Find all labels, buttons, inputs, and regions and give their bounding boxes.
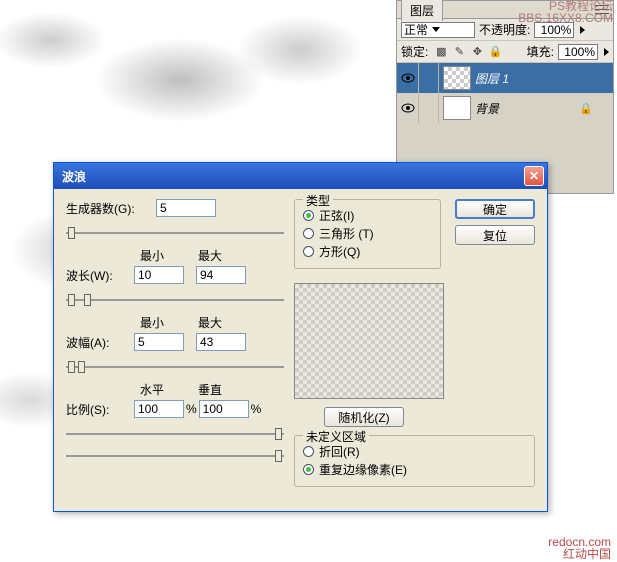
watermark-bottom: redocn.com 红动中国 <box>548 536 611 560</box>
chevron-down-icon <box>432 27 440 32</box>
dialog-titlebar[interactable]: 波浪 ✕ <box>54 163 547 189</box>
ok-button[interactable]: 确定 <box>455 199 535 219</box>
scale-horiz-input[interactable] <box>134 400 184 418</box>
wavelength-slider[interactable] <box>66 292 284 308</box>
layer-row[interactable]: 图层 1 <box>397 63 613 93</box>
lock-move-icon[interactable]: ✥ <box>470 45 484 59</box>
visibility-toggle[interactable] <box>397 93 419 123</box>
fill-input[interactable]: 100% <box>558 44 598 60</box>
scale-vert-input[interactable] <box>199 400 249 418</box>
eye-icon <box>401 73 415 83</box>
type-triangle-radio[interactable]: 三角形 (T) <box>303 224 432 242</box>
radio-icon <box>303 446 314 457</box>
fill-label: 填充: <box>527 43 554 60</box>
layer-name[interactable]: 图层 1 <box>475 70 509 87</box>
wavelength-min-input[interactable] <box>134 266 184 284</box>
dialog-title: 波浪 <box>62 168 86 185</box>
lock-all-icon[interactable]: 🔒 <box>488 45 502 59</box>
layer-row[interactable]: 背景 🔒 <box>397 93 613 123</box>
fill-flyout-icon[interactable] <box>604 48 609 56</box>
radio-icon <box>303 228 314 239</box>
undef-repeat-radio[interactable]: 重复边缘像素(E) <box>303 460 526 478</box>
link-column[interactable] <box>419 63 439 93</box>
lock-indicator-icon: 🔒 <box>579 102 593 115</box>
horiz-header: 水平 <box>140 381 164 398</box>
blend-mode-select[interactable]: 正常 <box>401 22 475 38</box>
scale-vert-slider[interactable] <box>66 448 284 464</box>
amplitude-slider[interactable] <box>66 359 284 375</box>
wavelength-max-input[interactable] <box>196 266 246 284</box>
close-button[interactable]: ✕ <box>524 166 544 186</box>
radio-icon <box>303 246 314 257</box>
lock-transparent-icon[interactable]: ▩ <box>434 45 448 59</box>
vert-header: 垂直 <box>198 381 222 398</box>
generators-slider[interactable] <box>66 225 284 241</box>
layer-name[interactable]: 背景 <box>475 100 499 117</box>
undefined-area-group: 未定义区域 折回(R) 重复边缘像素(E) <box>294 435 535 487</box>
visibility-toggle[interactable] <box>397 63 419 93</box>
radio-icon <box>303 210 314 221</box>
type-legend: 类型 <box>303 192 333 209</box>
radio-icon <box>303 464 314 475</box>
generators-label: 生成器数(G): <box>66 200 156 217</box>
wave-dialog: 波浪 ✕ 生成器数(G): 最小最大 波长(W): 最小最大 波幅(A): <box>53 162 548 512</box>
eye-icon <box>401 103 415 113</box>
randomize-button[interactable]: 随机化(Z) <box>324 407 404 427</box>
preview-box <box>294 283 444 399</box>
type-group: 类型 正弦(I) 三角形 (T) 方形(Q) <box>294 199 441 269</box>
lock-paint-icon[interactable]: ✎ <box>452 45 466 59</box>
max-header: 最大 <box>198 314 222 331</box>
layer-thumbnail[interactable] <box>443 96 471 120</box>
watermark-top: PS教程论坛 BBS.16XX8.COM <box>518 0 613 24</box>
undef-legend: 未定义区域 <box>303 428 369 445</box>
layer-thumbnail[interactable] <box>443 66 471 90</box>
layers-tab[interactable]: 图层 <box>401 0 443 21</box>
link-column[interactable] <box>419 93 439 123</box>
reset-button[interactable]: 复位 <box>455 225 535 245</box>
lock-label: 锁定: <box>401 43 428 60</box>
min-header: 最小 <box>140 314 164 331</box>
opacity-flyout-icon[interactable] <box>580 26 585 34</box>
scale-label: 比例(S): <box>66 401 134 418</box>
wavelength-label: 波长(W): <box>66 267 134 284</box>
type-square-radio[interactable]: 方形(Q) <box>303 242 432 260</box>
amplitude-max-input[interactable] <box>196 333 246 351</box>
scale-horiz-slider[interactable] <box>66 426 284 442</box>
max-header: 最大 <box>198 247 222 264</box>
min-header: 最小 <box>140 247 164 264</box>
amplitude-min-input[interactable] <box>134 333 184 351</box>
generators-input[interactable] <box>156 199 216 217</box>
amplitude-label: 波幅(A): <box>66 334 134 351</box>
